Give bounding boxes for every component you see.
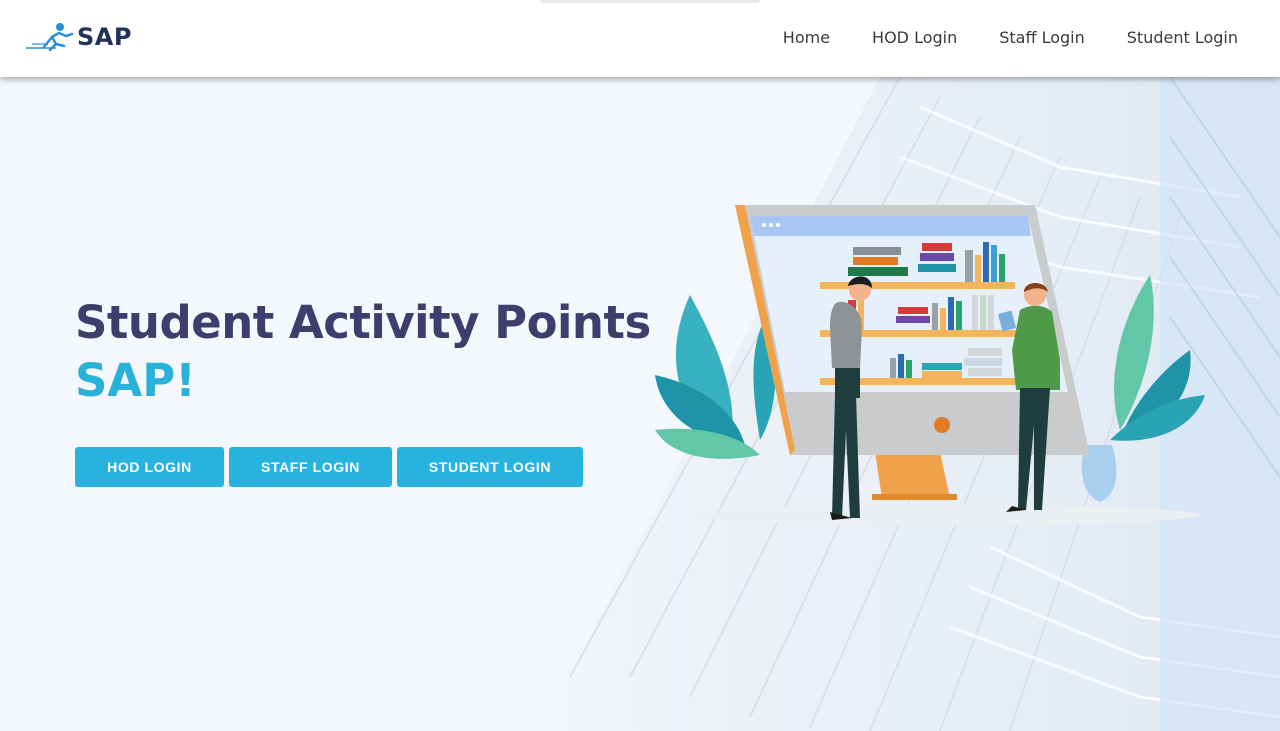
hero-title: Student Activity Points <box>75 296 651 349</box>
student-login-button[interactable]: STUDENT LOGIN <box>397 447 583 487</box>
nav-home-link[interactable]: Home <box>783 28 830 47</box>
nav-links: Home HOD Login Staff Login Student Login <box>741 28 1238 47</box>
hod-login-button[interactable]: HOD LOGIN <box>75 447 224 487</box>
library-monitor-illustration <box>655 205 1205 525</box>
staff-login-button[interactable]: STAFF LOGIN <box>229 447 392 487</box>
nav-student-login-link[interactable]: Student Login <box>1127 28 1238 47</box>
brand-logo-link[interactable]: SAP <box>26 20 166 54</box>
brand-name: SAP <box>77 23 132 51</box>
nav-staff-login-link[interactable]: Staff Login <box>999 28 1085 47</box>
runner-logo-icon <box>26 23 74 52</box>
nav-hod-login-link[interactable]: HOD Login <box>872 28 957 47</box>
navbar: SAP Home HOD Login Staff Login Student L… <box>0 0 1280 77</box>
hero-button-row: HOD LOGIN STAFF LOGIN STUDENT LOGIN <box>75 447 583 487</box>
top-notch-decoration <box>540 0 760 3</box>
hero-subtitle: SAP! <box>75 354 196 407</box>
